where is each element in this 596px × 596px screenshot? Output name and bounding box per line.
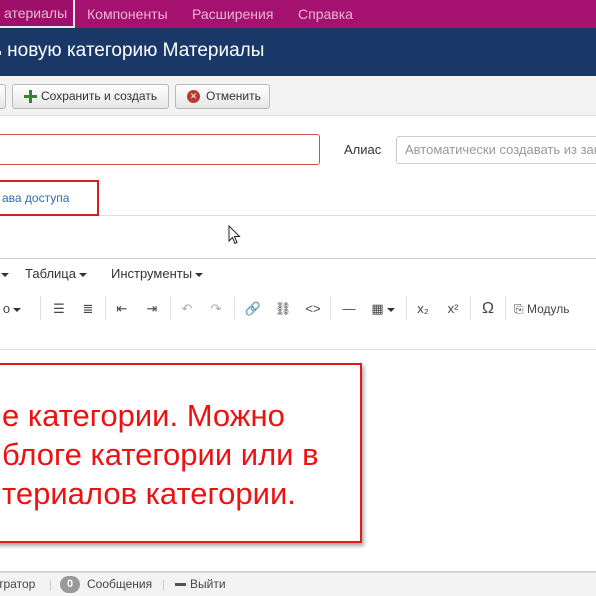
title-bar: ь новую категорию Материалы xyxy=(0,28,596,76)
menu-item-extensions[interactable]: Расширения xyxy=(192,0,273,28)
save-and-new-label: Сохранить и создать xyxy=(41,89,158,103)
tab-permissions[interactable]: ава доступа xyxy=(0,180,99,216)
minus-icon xyxy=(175,583,186,586)
outdent-icon[interactable]: ⇤ xyxy=(113,299,131,319)
cancel-button[interactable]: ✕ Отменить xyxy=(175,84,270,109)
chevron-down-icon xyxy=(195,272,204,277)
bullet-list-icon[interactable]: ☰ xyxy=(50,299,68,319)
save-and-new-button[interactable]: Сохранить и создать xyxy=(12,84,169,109)
link-icon[interactable]: 🔗 xyxy=(244,299,262,319)
plus-icon xyxy=(24,90,37,103)
callout-line-3: териалов категории. xyxy=(2,476,296,511)
callout-line-1: е категории. Можно xyxy=(2,398,285,433)
toolbar-separator xyxy=(470,296,471,320)
module-button[interactable]: ⎘ Модуль xyxy=(514,299,584,319)
cancel-label: Отменить xyxy=(206,89,261,103)
special-character-icon[interactable]: Ω xyxy=(479,299,497,319)
toolbar-separator xyxy=(234,296,235,320)
numbered-list-icon[interactable]: ≣ xyxy=(79,299,97,319)
indent-icon[interactable]: ⇥ xyxy=(143,299,161,319)
undo-icon[interactable]: ↶ xyxy=(178,299,196,319)
logout-link[interactable]: Выйти xyxy=(190,577,226,591)
status-separator: | xyxy=(49,577,53,591)
chevron-down-icon xyxy=(78,272,87,277)
annotation-callout: е категории. Можно блоге категории или в… xyxy=(0,363,362,543)
status-separator: | xyxy=(162,577,166,591)
cancel-icon: ✕ xyxy=(187,90,200,103)
redo-icon[interactable]: ↷ xyxy=(207,299,225,319)
module-icon: ⎘ xyxy=(514,302,527,316)
callout-line-2: блоге категории или в xyxy=(2,437,319,472)
module-button-label: Модуль xyxy=(526,302,570,316)
page-title: ь новую категорию Материалы xyxy=(0,40,265,61)
alias-label: Алиас xyxy=(344,142,382,157)
code-icon[interactable]: <> xyxy=(304,299,322,319)
editor-menu-tools[interactable]: Инструменты xyxy=(111,266,204,281)
menu-item-help[interactable]: Справка xyxy=(298,0,353,28)
menu-item-components[interactable]: Компоненты xyxy=(87,0,168,28)
messages-count-badge: 0 xyxy=(60,576,80,593)
messages-link[interactable]: Сообщения xyxy=(87,577,152,591)
editor-menu-format[interactable] xyxy=(0,266,9,281)
superscript-icon[interactable]: x² xyxy=(444,299,462,319)
editor-menu-table[interactable]: Таблица xyxy=(25,266,87,281)
toolbar-separator xyxy=(170,296,171,320)
tab-permissions-label: ава доступа xyxy=(2,191,70,205)
subscript-icon[interactable]: x₂ xyxy=(414,299,432,319)
title-input[interactable] xyxy=(0,134,320,165)
editor-menu-tools-label: Инструменты xyxy=(111,266,193,281)
editor-menubar xyxy=(0,259,596,290)
alias-input[interactable]: Автоматически создавать из заг xyxy=(396,136,596,164)
horizontal-rule-icon[interactable]: — xyxy=(340,299,358,319)
mouse-cursor-icon xyxy=(228,225,241,245)
toolbar-separator xyxy=(330,296,331,320)
admin-link[interactable]: тратор xyxy=(0,577,35,591)
top-menu-bar: атериалы Компоненты Расширения Справка xyxy=(0,0,596,28)
editor-content-divider xyxy=(0,349,596,350)
menu-item-content[interactable]: атериалы xyxy=(0,0,75,28)
editor-menu-table-label: Таблица xyxy=(25,266,76,281)
save-button[interactable] xyxy=(0,84,6,109)
toolbar-separator xyxy=(406,296,407,320)
unlink-icon[interactable]: ⛓ xyxy=(274,299,292,319)
font-size-dropdown[interactable]: о xyxy=(0,299,26,319)
toolbar-separator xyxy=(40,296,41,320)
table-icon[interactable]: ▦ xyxy=(368,299,398,319)
toolbar-separator xyxy=(105,296,106,320)
toolbar-separator xyxy=(505,296,506,320)
action-toolbar: Сохранить и создать ✕ Отменить xyxy=(0,76,596,116)
